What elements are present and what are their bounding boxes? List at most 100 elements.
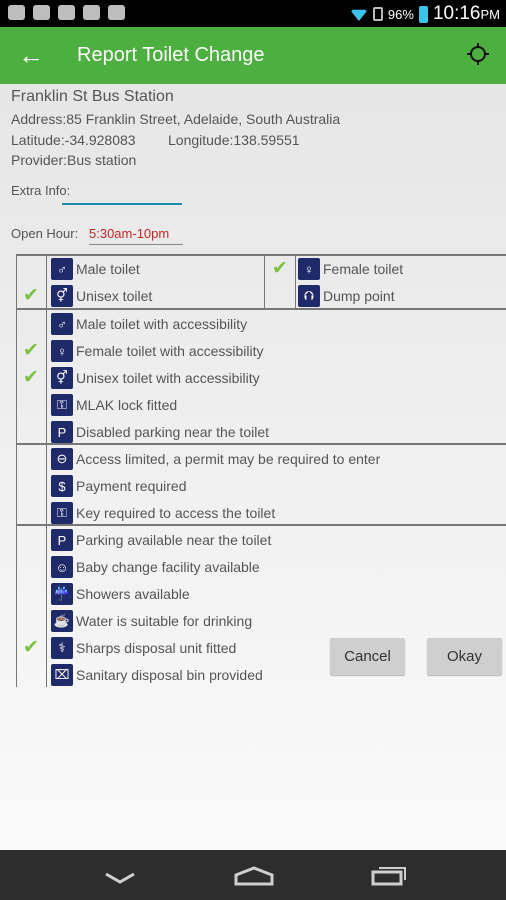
facility-row[interactable]: ⌧ Sanitary disposal bin provided: [51, 662, 263, 688]
payment-icon: $: [51, 475, 73, 497]
no-entry-icon: ⊖: [51, 448, 73, 470]
extra-info-underline: [62, 203, 182, 205]
cloud-icon: [33, 5, 50, 20]
facility-row[interactable]: P Parking available near the toilet: [51, 527, 271, 553]
sanitary-bin-icon: ⌧: [51, 664, 73, 686]
locate-icon[interactable]: [467, 43, 489, 65]
facility-row[interactable]: ♂ Male toilet with accessibility: [51, 311, 247, 337]
facility-row[interactable]: ⚥ Unisex toilet with accessibility: [51, 365, 260, 391]
clock-time: 10:16: [432, 3, 481, 24]
back-arrow-icon[interactable]: ←: [18, 41, 44, 69]
dump-point-icon: ⮉: [298, 285, 320, 307]
facility-row[interactable]: ⮉ Dump point: [298, 283, 395, 309]
parking-icon: P: [51, 529, 73, 551]
facility-row[interactable]: $ Payment required: [51, 473, 187, 499]
facility-label: Key required to access the toilet: [76, 505, 276, 521]
checkbox-drinking-water[interactable]: [18, 612, 44, 630]
facility-row[interactable]: ⚿ MLAK lock fitted: [51, 392, 177, 418]
back-nav-icon[interactable]: [104, 872, 136, 884]
key-icon: ⚿: [51, 502, 73, 524]
station-address: Address:85 Franklin Street, Adelaide, So…: [11, 111, 341, 127]
checkbox-accessible-female[interactable]: ✔: [18, 340, 44, 361]
okay-button[interactable]: Okay: [427, 638, 502, 675]
facility-label: Unisex toilet: [76, 288, 153, 304]
checkmark-icon: ✔: [23, 340, 39, 361]
page-title: Report Toilet Change: [77, 44, 265, 66]
grid-line: [264, 254, 265, 308]
open-hour-label: Open Hour:: [11, 226, 79, 241]
checkmark-icon: ✔: [272, 258, 288, 279]
facility-label: Male toilet with accessibility: [76, 316, 248, 332]
checkbox-key[interactable]: [18, 504, 44, 522]
checkbox-parking[interactable]: [18, 531, 44, 549]
checkbox-no-entry[interactable]: [18, 450, 44, 468]
checkbox-disabled-parking[interactable]: [18, 423, 44, 441]
facility-checklist: ♂ Male toilet ✔ ♀ Female toilet ✔ ⚥ Unisex toil…: [0, 254, 506, 687]
extra-info-input[interactable]: [62, 183, 182, 203]
checkbox-accessible-male[interactable]: [18, 315, 44, 333]
male-icon: ♂: [51, 258, 73, 280]
checkbox-payment[interactable]: [18, 477, 44, 495]
battery-icon: [418, 5, 428, 23]
facility-row[interactable]: ♀ Female toilet: [298, 256, 403, 282]
facility-row[interactable]: ☔ Showers available: [51, 581, 190, 607]
checkbox-female[interactable]: ✔: [267, 258, 293, 279]
accessible-male-icon: ♂: [51, 313, 73, 335]
notification-icons: [8, 5, 125, 20]
report-form: Franklin St Bus Station Address:85 Frank…: [0, 84, 506, 850]
facility-label: Water is suitable for drinking: [76, 613, 253, 629]
facility-row[interactable]: ⊖ Access limited, a permit may be require…: [51, 446, 380, 472]
mlak-lock-icon: ⚿: [51, 394, 73, 416]
facility-row[interactable]: ☺ Baby change facility available: [51, 554, 260, 580]
wifi-icon: [349, 9, 368, 21]
facility-label: Payment required: [76, 478, 187, 494]
grid-line: [46, 254, 47, 687]
checkbox-dump-point[interactable]: [267, 287, 293, 305]
checkbox-shower[interactable]: [18, 585, 44, 603]
grid-line: [16, 254, 17, 687]
checkbox-accessible-unisex[interactable]: ✔: [18, 367, 44, 388]
female-icon: ♀: [298, 258, 320, 280]
checkbox-sharps-disposal[interactable]: ✔: [18, 637, 44, 658]
checkbox-unisex[interactable]: ✔: [18, 286, 44, 305]
facility-row[interactable]: ⚥ Unisex toilet: [51, 283, 152, 309]
facility-row[interactable]: ♂ Male toilet: [51, 256, 140, 282]
checkmark-icon: ✔: [23, 367, 39, 388]
recent-apps-nav-icon[interactable]: [371, 866, 407, 886]
facility-label: Baby change facility available: [76, 559, 260, 575]
home-nav-icon[interactable]: [234, 866, 274, 886]
facility-row[interactable]: ☕ Water is suitable for drinking: [51, 608, 252, 634]
facility-row[interactable]: ⚕ Sharps disposal unit fitted: [51, 635, 236, 661]
facility-label: Female toilet with accessibility: [76, 343, 264, 359]
status-bar: 96% 10:16PM: [0, 0, 506, 27]
facility-label: Female toilet: [323, 261, 404, 277]
shower-icon: ☔: [51, 583, 73, 605]
clock-ampm: PM: [480, 7, 501, 22]
checkbox-sanitary-bin[interactable]: [18, 666, 44, 684]
facility-label: Showers available: [76, 586, 190, 602]
open-hour-input[interactable]: 5:30am-10pm: [89, 226, 169, 241]
station-latitude: Latitude:-34.928083: [11, 132, 136, 148]
accessible-female-icon: ♀: [51, 340, 73, 362]
facility-row[interactable]: P Disabled parking near the toilet: [51, 419, 269, 445]
clock: 10:16PM: [433, 3, 500, 25]
android-icon: [108, 5, 125, 20]
baby-change-icon: ☺: [51, 556, 73, 578]
facility-row[interactable]: ♀ Female toilet with accessibility: [51, 338, 264, 364]
facility-row[interactable]: ⚿ Key required to access the toilet: [51, 500, 275, 526]
facility-label: Parking available near the toilet: [76, 532, 272, 548]
station-name: Franklin St Bus Station: [11, 88, 174, 105]
cancel-button[interactable]: Cancel: [330, 638, 405, 675]
checkbox-mlak-lock[interactable]: [18, 396, 44, 414]
checkmark-icon: ✔: [23, 637, 39, 658]
signal-icon: [372, 7, 383, 21]
checkbox-male[interactable]: [18, 260, 44, 278]
facility-label: Disabled parking near the toilet: [76, 424, 270, 440]
open-hour-underline: [89, 244, 183, 245]
facility-label: Access limited, a permit may be required…: [76, 451, 381, 467]
navigation-bar: [0, 850, 506, 900]
keyboard-icon: [58, 5, 75, 20]
disabled-parking-icon: P: [51, 421, 73, 443]
unisex-icon: ⚥: [51, 285, 73, 307]
checkbox-baby-change[interactable]: [18, 558, 44, 576]
